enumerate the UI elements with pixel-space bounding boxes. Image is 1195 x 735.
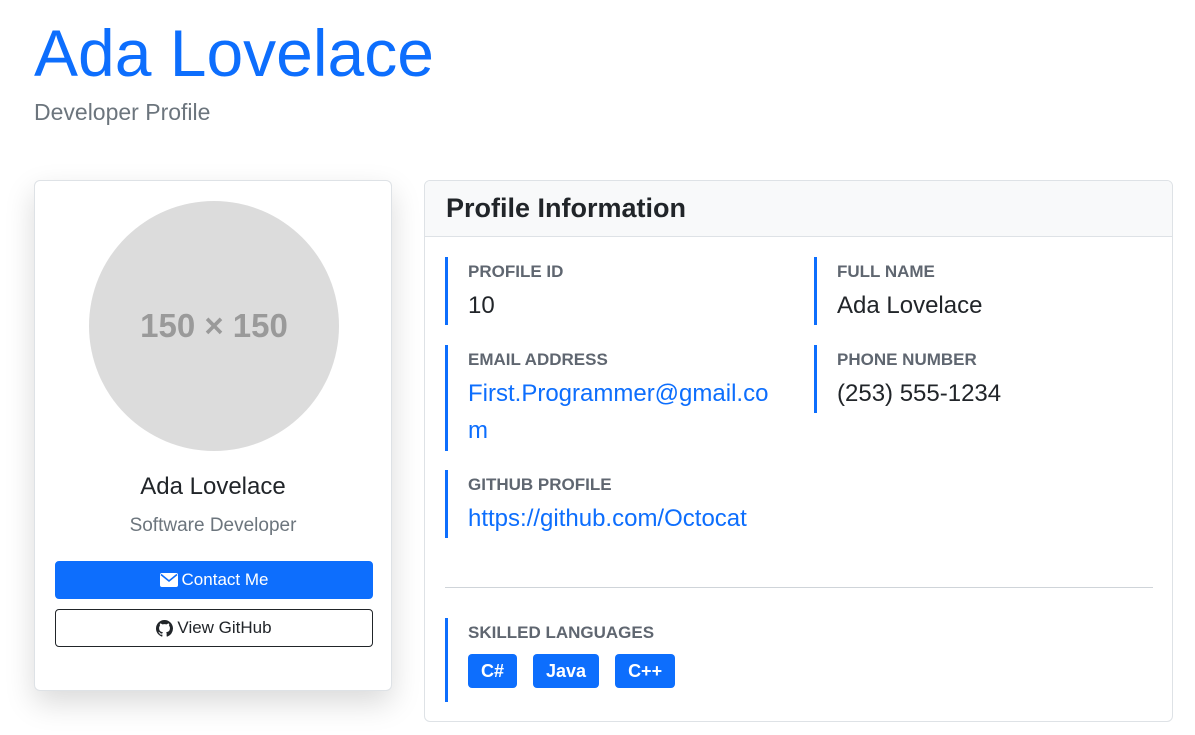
- profile-role: Software Developer: [129, 515, 297, 536]
- phone-value: (253) 555-1234: [837, 380, 1002, 407]
- github-profile-label: GITHUB PROFILE: [468, 475, 612, 494]
- profile-id-value: 10: [468, 292, 495, 319]
- github-profile-field: GITHUB PROFILE https://github.com/Octoca…: [445, 470, 845, 538]
- email-label: EMAIL ADDRESS: [468, 350, 608, 369]
- profile-name: Ada Lovelace: [140, 473, 286, 500]
- section-divider: [445, 587, 1153, 588]
- profile-information-card: Profile Information PROFILE ID 10 FULL N…: [424, 180, 1173, 722]
- skill-badge: C++: [615, 654, 676, 688]
- view-github-button[interactable]: View GitHub: [55, 609, 373, 647]
- profile-card: 150 × 150 Ada Lovelace Software Develope…: [34, 180, 392, 691]
- skill-badge: C#: [468, 654, 518, 688]
- profile-information-header: Profile Information: [425, 181, 1172, 237]
- avatar: 150 × 150: [89, 201, 339, 451]
- avatar-placeholder-text: 150 × 150: [140, 307, 288, 344]
- profile-id-label: PROFILE ID: [468, 262, 564, 281]
- profile-id-field: PROFILE ID 10: [445, 257, 745, 325]
- phone-field: PHONE NUMBER (253) 555-1234: [814, 345, 1134, 413]
- full-name-label: FULL NAME: [837, 262, 935, 281]
- page-subtitle: Developer Profile: [34, 99, 211, 125]
- phone-label: PHONE NUMBER: [837, 350, 977, 369]
- skill-badges: C# Java C++: [468, 654, 845, 688]
- full-name-field: FULL NAME Ada Lovelace: [814, 257, 1134, 325]
- full-name-value: Ada Lovelace: [837, 292, 983, 319]
- page-title: Ada Lovelace: [34, 16, 434, 90]
- contact-me-button[interactable]: Contact Me: [55, 561, 373, 599]
- view-github-label: View GitHub: [177, 618, 272, 637]
- skilled-languages-label: SKILLED LANGUAGES: [468, 623, 655, 642]
- envelope-icon: [159, 573, 178, 587]
- email-link[interactable]: First.Programmer@gmail.com: [468, 375, 780, 449]
- skill-badge: Java: [533, 654, 600, 688]
- github-profile-link[interactable]: https://github.com/Octocat: [468, 500, 845, 537]
- skilled-languages-field: SKILLED LANGUAGES C# Java C++: [445, 618, 845, 702]
- contact-me-label: Contact Me: [181, 570, 269, 589]
- email-field: EMAIL ADDRESS First.Programmer@gmail.com: [445, 345, 785, 451]
- github-icon: [156, 619, 174, 637]
